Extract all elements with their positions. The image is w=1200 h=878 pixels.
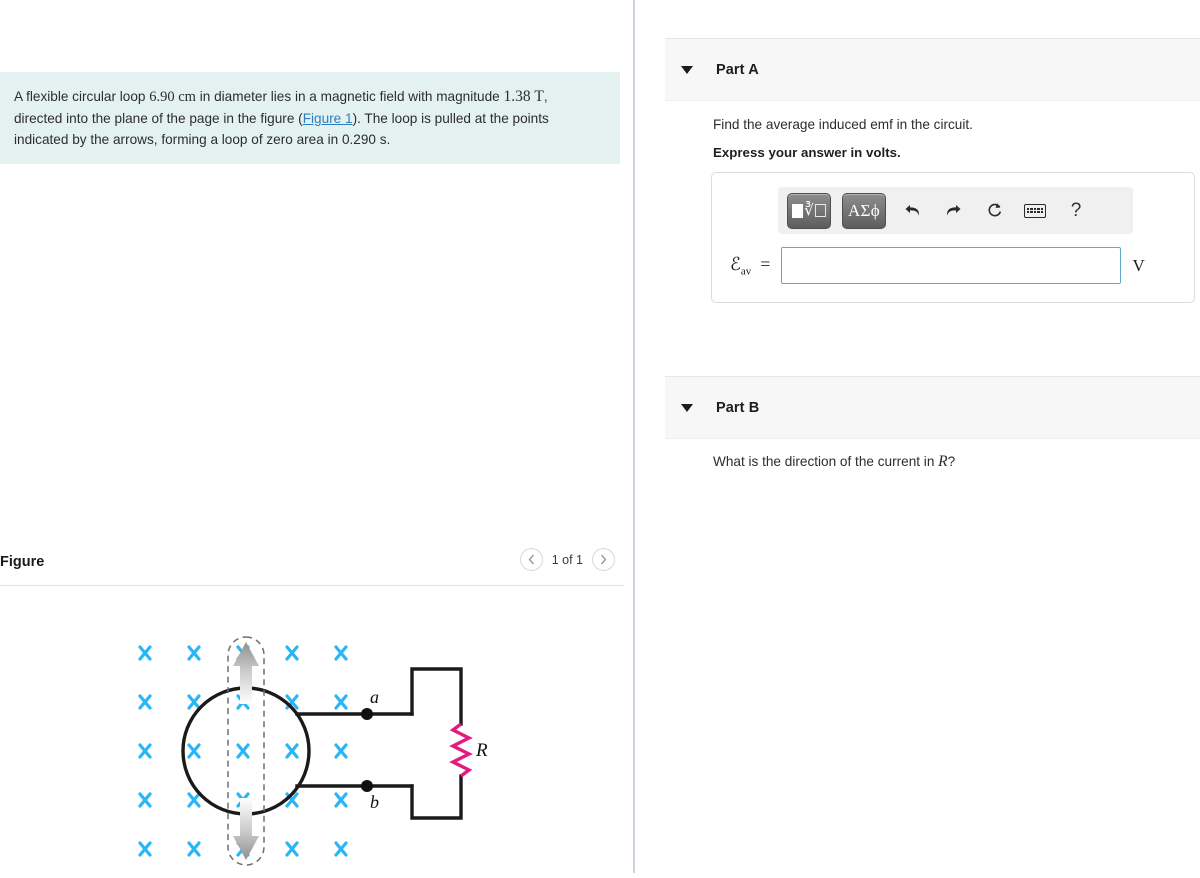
- part-b-question-symbol: R: [938, 453, 948, 470]
- part-b-title: Part B: [716, 399, 760, 416]
- part-b-question: What is the direction of the current in …: [713, 452, 955, 472]
- greek-symbols-label: ΑΣϕ: [847, 200, 881, 220]
- part-a-instruction: Express your answer in volts.: [713, 145, 901, 160]
- answer-input[interactable]: [781, 247, 1122, 284]
- caret-down-icon[interactable]: [681, 403, 693, 412]
- resistor-zigzag: [449, 722, 473, 778]
- figure-pagination: 1 of 1: [519, 548, 615, 571]
- problem-statement-text: A flexible circular loop 6.90 cm in diam…: [14, 86, 598, 150]
- greek-symbols-button[interactable]: ΑΣϕ: [842, 192, 886, 229]
- figure-divider: [0, 585, 624, 586]
- caret-down-icon[interactable]: [681, 65, 693, 74]
- reset-circular-arrow-icon: [988, 203, 1001, 217]
- part-a-title: Part A: [716, 61, 759, 78]
- help-button[interactable]: ?: [1061, 196, 1091, 226]
- pull-arrow-down-icon: [233, 798, 259, 860]
- chevron-right-icon: [600, 554, 607, 565]
- label-point-a: a: [370, 687, 379, 707]
- answer-unit: V: [1132, 255, 1145, 275]
- figure-title: Figure: [0, 554, 45, 570]
- problem-field-value: 1.38: [503, 88, 531, 105]
- problem-field-unit: T: [534, 88, 544, 105]
- figure-counter: 1 of 1: [551, 552, 583, 567]
- problem-text-1: A flexible circular loop: [14, 89, 150, 104]
- keyboard-icon: [1024, 203, 1046, 218]
- reset-button[interactable]: [979, 196, 1009, 226]
- answer-equals: =: [760, 253, 771, 274]
- circuit-wires: [295, 667, 463, 820]
- part-a-answer-container: ∛ ΑΣϕ ? ℰav = V: [711, 172, 1195, 303]
- redo-arrow-icon: [946, 205, 960, 216]
- chevron-left-icon: [528, 554, 534, 565]
- page-root: A flexible circular loop 6.90 cm in diam…: [0, 0, 1200, 873]
- part-a-header[interactable]: Part A: [665, 38, 1200, 101]
- part-b-question-prefix: What is the direction of the current in: [713, 454, 939, 469]
- undo-button[interactable]: [897, 196, 927, 226]
- label-point-b: b: [370, 792, 379, 812]
- math-toolbar: ∛ ΑΣϕ ?: [778, 187, 1133, 234]
- circuit-diagram-svg: a b R: [138, 636, 488, 866]
- terminal-dot-a: [361, 708, 373, 720]
- pull-arrow-up-icon: [233, 642, 259, 704]
- figure-prev-button[interactable]: [519, 548, 543, 571]
- left-panel: A flexible circular loop 6.90 cm in diam…: [0, 0, 633, 873]
- answer-row: ℰav = V: [730, 247, 1145, 284]
- figure-next-button[interactable]: [592, 548, 615, 571]
- math-template-button[interactable]: ∛: [787, 192, 831, 229]
- problem-time: 0.290 s: [341, 132, 387, 147]
- part-b-header[interactable]: Part B: [665, 376, 1200, 439]
- answer-subscript: av: [740, 265, 752, 278]
- keyboard-button[interactable]: [1020, 196, 1050, 226]
- terminal-dot-b: [361, 780, 373, 792]
- problem-diameter: 6.90 cm: [149, 89, 196, 105]
- undo-arrow-icon: [905, 205, 919, 216]
- answer-symbol: ℰ: [730, 253, 741, 274]
- math-template-icon: ∛: [792, 201, 826, 220]
- redo-button[interactable]: [938, 196, 968, 226]
- answer-label: ℰav =: [730, 254, 770, 278]
- part-a-question: Find the average induced emf in the circ…: [713, 117, 973, 132]
- problem-text-5: .: [386, 132, 391, 147]
- right-panel: Part A Find the average induced emf in t…: [635, 0, 1200, 873]
- part-b-question-suffix: ?: [947, 454, 956, 469]
- figure-1-link[interactable]: Figure 1: [303, 111, 353, 126]
- problem-text-2: in diameter lies in a magnetic field wit…: [195, 89, 504, 104]
- figure-diagram: a b R: [0, 596, 628, 873]
- problem-statement-box: A flexible circular loop 6.90 cm in diam…: [0, 72, 620, 164]
- label-resistor: R: [475, 740, 488, 761]
